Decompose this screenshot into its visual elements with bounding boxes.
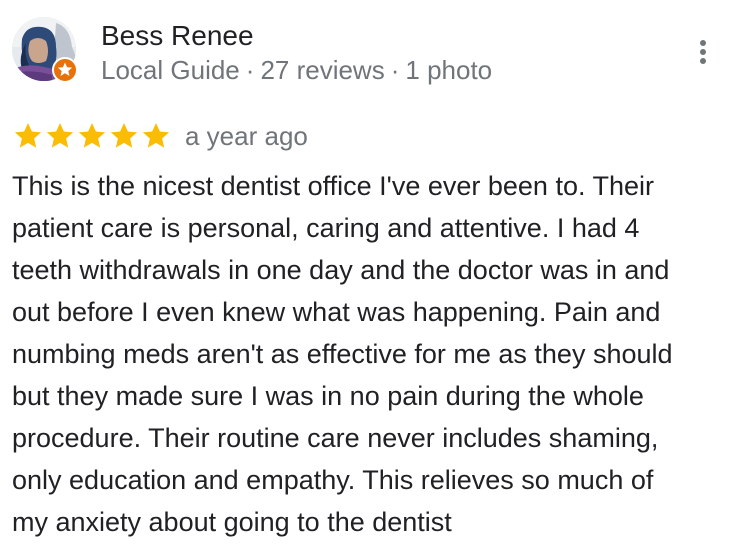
meta-separator: ·: [390, 55, 400, 85]
star-rating: [12, 120, 182, 152]
review-count: 27 reviews: [260, 55, 385, 85]
reviewer-name[interactable]: Bess Renee: [101, 19, 254, 53]
star-icon: [142, 123, 170, 148]
local-guide-badge-icon: [52, 57, 78, 83]
more-vert-icon-dot: [700, 49, 706, 55]
rating-row: a year ago: [12, 118, 308, 154]
photo-count: 1 photo: [405, 55, 493, 85]
reviewer-meta: Local Guide · 27 reviews · 1 photo: [101, 54, 492, 86]
star-icon: [110, 123, 138, 148]
more-vert-icon-dot: [700, 58, 706, 64]
more-vert-icon: [700, 40, 706, 46]
review-date: a year ago: [185, 121, 308, 151]
local-guide-label: Local Guide: [101, 55, 240, 85]
review-card: Bess Renee Local Guide · 27 reviews · 1 phot…: [0, 0, 740, 554]
reviewer-avatar[interactable]: [12, 17, 78, 83]
meta-separator: ·: [245, 55, 255, 85]
review-text: This is the nicest dentist office I've e…: [12, 171, 673, 537]
star-icon: [78, 123, 106, 148]
more-options-button[interactable]: [688, 34, 718, 70]
star-icon: [46, 123, 74, 148]
star-icon: [14, 123, 42, 148]
